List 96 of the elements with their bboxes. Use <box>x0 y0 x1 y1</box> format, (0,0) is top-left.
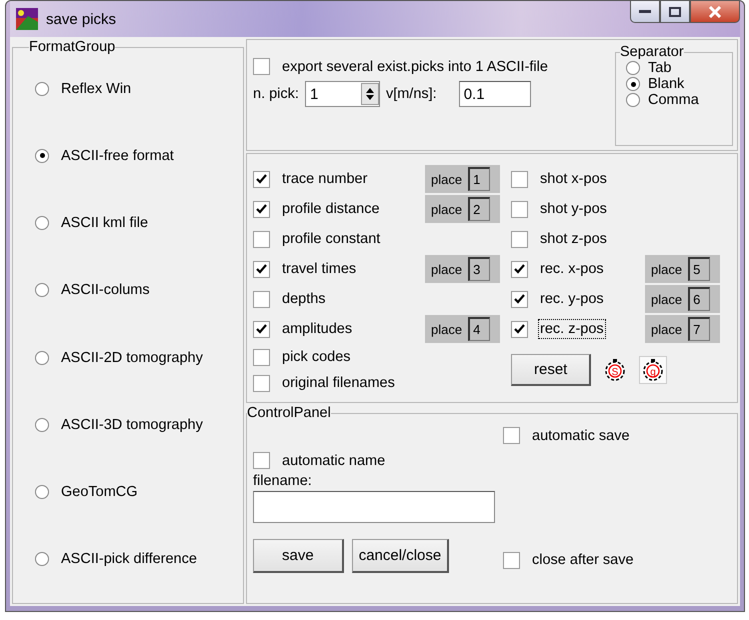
dialog-button[interactable]: save <box>253 539 344 573</box>
field-label: n. pick: <box>253 86 299 102</box>
checkbox-label: export several exist.picks into 1 ASCII-file <box>282 58 548 74</box>
radio-button[interactable] <box>35 283 49 298</box>
checkbox[interactable] <box>511 230 528 248</box>
checkbox[interactable] <box>253 348 270 366</box>
place-number: 4 <box>468 317 490 341</box>
group-title: FormatGroup <box>29 39 116 55</box>
minimize-icon <box>639 10 651 14</box>
checkbox[interactable] <box>253 260 270 278</box>
close-icon <box>708 6 722 18</box>
group-title: Separator <box>620 44 684 60</box>
checkbox[interactable] <box>511 290 528 308</box>
radio-label: Comma <box>648 92 699 108</box>
place-number: 1 <box>468 167 490 191</box>
app-icon <box>16 8 38 30</box>
radio-button[interactable] <box>35 485 49 500</box>
checkbox[interactable] <box>253 230 270 248</box>
checkbox[interactable] <box>253 320 270 338</box>
checkbox-label: automatic name <box>282 452 386 468</box>
radio-label: ASCII-colums <box>61 282 150 298</box>
checkbox-label: shot z-pos <box>540 231 607 247</box>
velocity-field[interactable]: 0.1 <box>458 81 531 107</box>
minimize-button[interactable] <box>630 1 660 23</box>
place-panel: place 1 <box>425 165 500 193</box>
radio-label: Reflex Win <box>61 80 132 97</box>
place-panel: place 2 <box>425 195 500 223</box>
place-panel: place 5 <box>645 255 720 283</box>
checkbox-label: amplitudes <box>282 321 352 337</box>
filename-field[interactable] <box>253 491 495 523</box>
checkbox[interactable] <box>511 170 528 188</box>
radio-button[interactable] <box>626 93 640 107</box>
radio-button[interactable] <box>35 216 49 230</box>
checkbox[interactable] <box>503 427 520 444</box>
checkbox-label: travel times <box>282 261 356 277</box>
close-button[interactable] <box>690 1 740 23</box>
radio-label: GeoTomCG <box>61 484 138 500</box>
place-panel: place 4 <box>425 315 500 343</box>
checkbox-label: close after save <box>532 552 634 568</box>
radio-label: ASCII-3D tomography <box>61 416 203 433</box>
place-panel: place 7 <box>645 315 720 343</box>
place-panel: place 6 <box>645 285 720 313</box>
checkbox-label: trace number <box>282 171 368 187</box>
place-number: 3 <box>468 257 490 281</box>
dialog-button[interactable]: cancel/close <box>352 539 450 573</box>
place-number: 7 <box>688 317 710 341</box>
checkbox-label: rec. x-pos <box>540 261 604 277</box>
checkbox[interactable] <box>253 58 270 75</box>
radio-button[interactable] <box>35 418 49 432</box>
checkbox-label: shot x-pos <box>540 171 607 187</box>
checkbox-label: automatic save <box>532 428 630 444</box>
place-number: 5 <box>688 257 710 281</box>
radio-label: Tab <box>648 60 672 76</box>
radio-button[interactable] <box>626 61 640 75</box>
checkbox-label: rec. y-pos <box>540 291 604 307</box>
spin-box[interactable]: 1 <box>304 81 380 107</box>
checkbox-label: shot y-pos <box>540 201 607 217</box>
checkbox[interactable] <box>253 452 270 469</box>
radio-button[interactable] <box>35 350 49 365</box>
radio-label: Blank <box>648 76 684 92</box>
radio-button[interactable] <box>35 148 49 163</box>
maximize-button[interactable] <box>660 1 690 23</box>
spin-field[interactable]: 1 <box>306 84 361 104</box>
radio-label: ASCII-2D tomography <box>61 350 203 366</box>
place-number: 2 <box>468 197 490 221</box>
checkbox-label: depths <box>282 291 326 307</box>
spin-button[interactable] <box>360 83 379 105</box>
checkbox[interactable] <box>503 552 520 568</box>
field-label: v[m/ns]: <box>386 86 437 102</box>
radio-button[interactable] <box>35 552 49 566</box>
checkbox-label: rec. z-pos <box>540 321 604 337</box>
stopwatch-icon: S <box>604 358 626 382</box>
checkbox[interactable] <box>511 260 528 278</box>
radio-label: ASCII kml file <box>61 215 148 232</box>
checkbox[interactable] <box>253 290 270 308</box>
checkbox[interactable] <box>253 374 270 392</box>
radio-button[interactable] <box>626 77 640 91</box>
field-label: filename: <box>253 473 312 489</box>
window-title: save picks <box>46 10 116 28</box>
radio-label: ASCII-free format <box>61 148 174 164</box>
checkbox[interactable] <box>511 320 528 338</box>
spin-arrows-icon <box>364 86 375 102</box>
checkbox-label: pick codes <box>282 349 351 365</box>
maximize-icon <box>669 6 681 16</box>
radio-button[interactable] <box>35 82 49 96</box>
place-panel: place 3 <box>425 255 500 283</box>
radio-label: ASCII-pick difference <box>61 551 197 568</box>
place-number: 6 <box>688 287 710 311</box>
reset-button[interactable]: reset <box>511 354 592 386</box>
checkbox[interactable] <box>253 200 270 218</box>
checkbox-label: original filenames <box>282 375 395 391</box>
checkbox[interactable] <box>511 200 528 218</box>
checkbox-label: profile distance <box>282 201 380 217</box>
group-title: ControlPanel <box>247 405 331 421</box>
checkbox-label: profile constant <box>282 231 380 247</box>
checkbox[interactable] <box>253 170 270 188</box>
